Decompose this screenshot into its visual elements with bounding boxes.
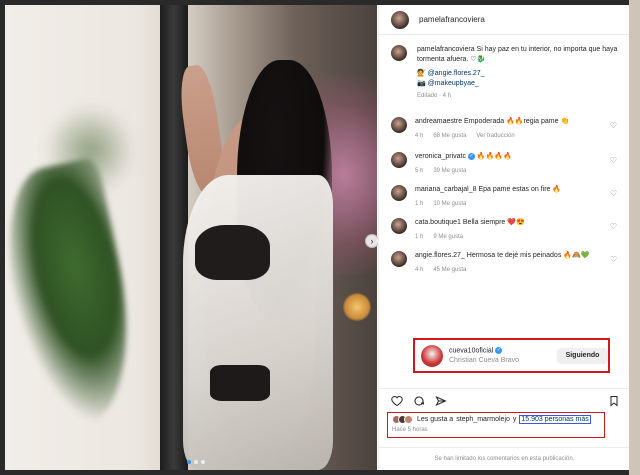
like-heart-icon[interactable] — [391, 395, 403, 407]
likes-summary: Les gusta a steph_marmolejo y 15.903 per… — [387, 412, 605, 438]
post-header: pamelafrancoviera — [379, 5, 629, 35]
comment-likes[interactable]: 45 Me gusta — [433, 265, 466, 275]
post-sidebar: pamelafrancoviera pamelafrancoviera Si h… — [378, 5, 629, 470]
comment-username[interactable]: veronica_privatc — [415, 153, 466, 160]
likes-count[interactable]: 15.903 personas más — [519, 415, 591, 424]
tagged-account-fullname: Christian Cueva Bravo — [449, 356, 520, 364]
likes-conj: y — [512, 416, 517, 423]
caption-meta: Editado · 4 h — [417, 93, 452, 99]
post-actions — [379, 388, 629, 412]
carousel-dot — [194, 460, 198, 464]
comment-avatar[interactable] — [391, 218, 407, 234]
like-comment-icon[interactable]: ♡ — [610, 121, 617, 130]
comment-time: 1 h — [415, 201, 424, 207]
carousel-dots — [187, 460, 205, 464]
verified-icon: ✓ — [495, 347, 503, 355]
comment-translate[interactable]: Ver traducción — [476, 131, 514, 141]
comment-time: 4 h — [415, 133, 424, 139]
comment-text: Epa pame estas on fire 🔥 — [478, 186, 562, 193]
bookmark-icon[interactable] — [608, 395, 620, 407]
mention-icon: 📷 — [417, 80, 426, 87]
like-comment-icon[interactable]: ♡ — [610, 255, 617, 264]
caption-username[interactable]: pamelafrancoviera — [417, 46, 475, 53]
comment-time: 1 h — [415, 234, 424, 240]
comment-avatar[interactable] — [391, 251, 407, 267]
tagged-account-username[interactable]: cueva10oficial — [449, 348, 493, 355]
model-top — [195, 225, 270, 280]
comment-text: Bella siempre ❤️😍 — [462, 219, 525, 226]
comment-item: andreamaestre Empoderada 🔥🔥regia pame 👏 … — [391, 117, 623, 141]
background-right-strip — [629, 0, 640, 475]
caption-mention[interactable]: @angie.flores.27_ — [428, 70, 485, 77]
following-button[interactable]: Siguiendo — [556, 347, 608, 364]
comment-likes[interactable]: 10 Me gusta — [433, 199, 466, 209]
author-username[interactable]: pamelafrancoviera — [419, 15, 485, 24]
lamp — [343, 293, 371, 321]
carousel-dot — [201, 460, 205, 464]
comment-time: 4 h — [415, 267, 424, 273]
plant-leaf — [5, 156, 151, 434]
post-modal: › pamelafrancoviera pamelafrancoviera Si… — [5, 5, 629, 470]
verified-icon: ✓ — [467, 152, 475, 160]
caption-mention[interactable]: @makeupbyae_ — [428, 80, 479, 87]
comment-avatar[interactable] — [391, 117, 407, 133]
like-comment-icon[interactable]: ♡ — [610, 156, 617, 165]
post-image — [5, 5, 377, 470]
comment-avatar[interactable] — [391, 152, 407, 168]
comment-item: cata.boutique1 Bella siempre ❤️😍 1 h 9 M… — [391, 218, 623, 242]
tagged-account-avatar[interactable] — [421, 344, 443, 367]
comment-item: mariana_carbajal_8 Epa pame estas on fir… — [391, 185, 623, 209]
comments-limited-notice: Se han limitado los comentarios en esta … — [379, 447, 629, 470]
comment-text: Empoderada 🔥🔥regia pame 👏 — [464, 118, 570, 125]
model-bottom — [210, 365, 270, 401]
carousel-next-button[interactable]: › — [365, 234, 379, 248]
author-avatar[interactable] — [391, 10, 409, 29]
mention-icon: 💇 — [417, 70, 426, 77]
caption-avatar[interactable] — [391, 45, 407, 61]
comment-username[interactable]: mariana_carbajal_8 — [415, 186, 476, 193]
comment-likes[interactable]: 68 Me gusta — [433, 131, 466, 141]
liker-avatars — [392, 415, 413, 424]
comment-likes[interactable]: 9 Me gusta — [433, 232, 463, 242]
tagged-account-card: cueva10oficial ✓ Christian Cueva Bravo S… — [413, 338, 610, 373]
comment-likes[interactable]: 39 Me gusta — [433, 166, 466, 176]
comment-item: angie.flores.27_ Hermosa te dejé mis pei… — [391, 251, 623, 275]
liker-username[interactable]: steph_marmolejo — [456, 416, 510, 423]
post-caption: pamelafrancoviera Si hay paz en tu inter… — [391, 45, 623, 101]
comment-time: 5 h — [415, 168, 424, 174]
carousel-dot-active — [187, 460, 191, 464]
comment-text: Hermosa te dejé mis peinados 🔥🙈💚 — [466, 252, 590, 259]
comment-item: veronica_privatc ✓ 🔥🔥🔥🔥 5 h 39 Me gusta … — [391, 152, 623, 176]
like-comment-icon[interactable]: ♡ — [610, 189, 617, 198]
comment-text: 🔥🔥🔥🔥 — [476, 153, 512, 160]
share-icon[interactable] — [435, 395, 447, 407]
like-comment-icon[interactable]: ♡ — [610, 222, 617, 231]
post-time: Hace 5 horas — [392, 427, 428, 433]
comment-icon[interactable] — [413, 395, 425, 407]
likes-prefix: Les gusta a — [417, 416, 454, 423]
comment-username[interactable]: cata.boutique1 — [415, 219, 461, 226]
comment-username[interactable]: andreamaestre — [415, 118, 462, 125]
comment-username[interactable]: angie.flores.27_ — [415, 252, 465, 259]
model-shirt — [183, 175, 333, 470]
comment-avatar[interactable] — [391, 185, 407, 201]
